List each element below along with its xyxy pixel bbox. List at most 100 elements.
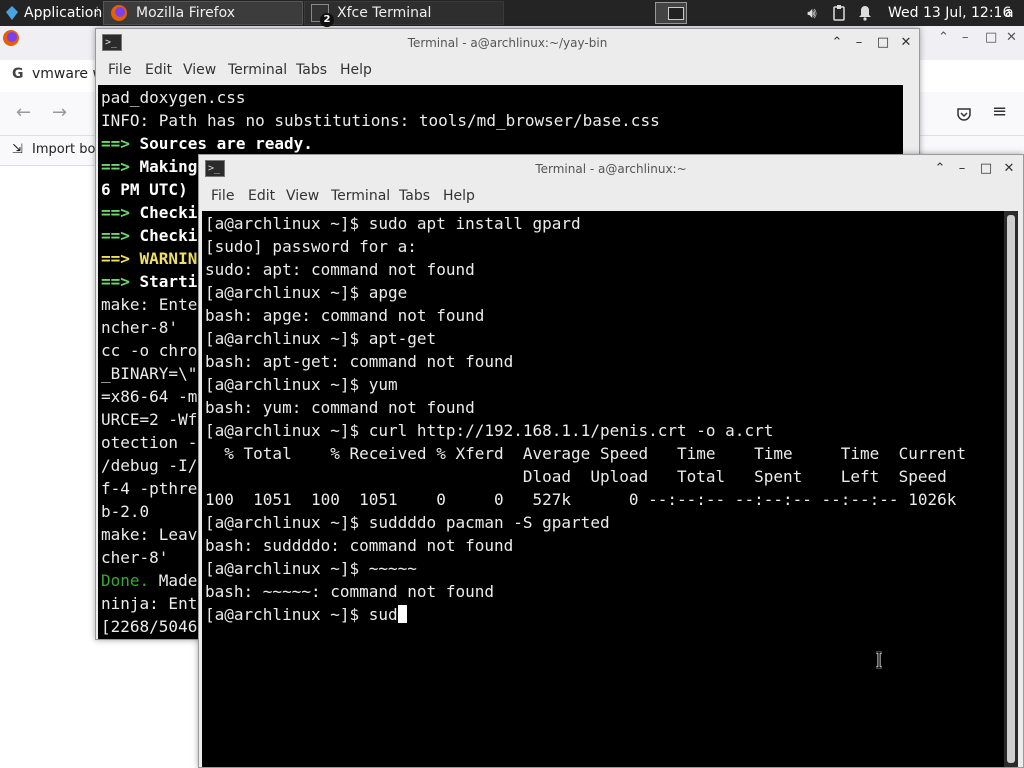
back-terminal-text: URCE=2 -Wf <box>101 410 198 429</box>
front-terminal-line: [a@archlinux ~]$ suddddo pacman -S gpart… <box>205 511 610 534</box>
back-terminal-text: cc -o chro <box>101 341 198 360</box>
back-menu-terminal[interactable]: Terminal <box>228 57 287 83</box>
back-terminal-text: Making <box>139 157 198 176</box>
back-terminal-line: /debug -I/ <box>101 454 197 477</box>
task-terminal[interactable]: 2 Xfce Terminal <box>304 1 504 27</box>
front-menu-help[interactable]: Help <box>443 183 475 209</box>
front-terminal-line: % Total % Received % Xferd Average Speed… <box>205 442 966 465</box>
back-terminal-line: cc -o chro <box>101 339 197 362</box>
ff-minimize-button[interactable]: – <box>962 30 969 45</box>
google-icon: G <box>12 66 24 82</box>
front-terminal-text: bash: apge: command not found <box>205 306 485 325</box>
front-terminal-output[interactable]: [a@archlinux ~]$ sudo apt install gpard [… <box>202 211 1004 767</box>
window-count-badge: 2 <box>320 13 334 27</box>
front-shade-button[interactable]: ⌃ <box>929 155 951 183</box>
front-menu-tabs[interactable]: Tabs <box>399 183 430 209</box>
front-scrollbar-thumb[interactable] <box>1007 215 1015 763</box>
ff-close-button[interactable]: ✕ <box>1006 30 1017 45</box>
back-terminal-text: =x86-64 -m <box>101 387 198 406</box>
notifications-icon[interactable] <box>856 0 874 26</box>
front-terminal-text: sudo: apt: command not found <box>205 260 475 279</box>
back-arrow-icon[interactable]: ← <box>16 102 31 123</box>
back-menu-tabs[interactable]: Tabs <box>296 57 327 83</box>
pocket-icon[interactable] <box>956 106 972 122</box>
back-terminal-text: otection - <box>101 433 198 452</box>
back-terminal-text: Made <box>158 571 198 590</box>
top-panel: Applications ⁝ Mozilla Firefox 2 Xfce Te… <box>0 0 1024 27</box>
front-terminal-line: [sudo] password for a: <box>205 235 417 258</box>
front-minimize-button[interactable]: – <box>951 155 973 183</box>
front-close-button[interactable]: ✕ <box>998 155 1020 183</box>
front-menu-edit[interactable]: Edit <box>248 183 275 209</box>
import-bookmarks-link[interactable]: Import bo <box>32 142 95 157</box>
ff-maximize-button[interactable]: □ <box>985 30 997 45</box>
back-terminal-text: f-4 -pthre <box>101 479 198 498</box>
front-menu-terminal[interactable]: Terminal <box>331 183 390 209</box>
forward-arrow-icon[interactable]: → <box>52 102 67 123</box>
back-close-button[interactable]: ✕ <box>895 29 917 57</box>
back-terminal-line: ==> Sources are ready. <box>101 132 313 155</box>
back-terminal-menubar: File Edit View Terminal Tabs Help <box>96 57 919 83</box>
user-menu[interactable]: a <box>1005 0 1014 26</box>
front-terminal-text: [a@archlinux ~]$ curl http://192.168.1.1… <box>205 421 774 440</box>
back-terminal-text: Checki <box>139 226 198 245</box>
clipboard-icon[interactable] <box>830 0 848 26</box>
back-terminal-line: cher-8' <box>101 546 168 569</box>
back-terminal-line: ninja: Ent <box>101 592 197 615</box>
back-menu-help[interactable]: Help <box>340 57 372 83</box>
back-terminal-line: 6 PM UTC) <box>101 178 188 201</box>
back-terminal-text: ==> <box>101 203 140 222</box>
front-terminal-line: bash: suddddo: command not found <box>205 534 513 557</box>
terminal-window-front[interactable]: >_ Terminal - a@archlinux:~ ⌃ – □ ✕ File… <box>198 154 1024 768</box>
back-terminal-line: make: Ente <box>101 293 197 316</box>
back-terminal-line: f-4 -pthre <box>101 477 197 500</box>
back-terminal-text: ncher-8' <box>101 318 179 337</box>
front-terminal-text: bash: yum: command not found <box>205 398 475 417</box>
back-menu-file[interactable]: File <box>108 57 131 83</box>
back-terminal-line: pad_doxygen.css <box>101 86 246 109</box>
back-maximize-button[interactable]: □ <box>872 29 894 57</box>
back-terminal-text: b-2.0 <box>101 502 150 521</box>
front-terminal-titlebar[interactable]: >_ Terminal - a@archlinux:~ ⌃ – □ ✕ <box>199 155 1023 183</box>
import-icon: ⇲ <box>12 142 23 157</box>
firefox-tab[interactable]: G vmware w <box>0 56 104 92</box>
volume-icon[interactable]: 🔊︎ <box>802 0 822 26</box>
back-minimize-button[interactable]: – <box>848 29 870 57</box>
front-terminal-title: Terminal - a@archlinux:~ <box>535 162 687 176</box>
back-terminal-line: ==> Making <box>101 155 197 178</box>
back-terminal-text: 6 PM UTC) <box>101 180 188 199</box>
front-menu-view[interactable]: View <box>286 183 319 209</box>
ff-minimize-icon[interactable]: ⌃ <box>938 30 949 45</box>
back-menu-view[interactable]: View <box>183 57 216 83</box>
text-cursor-icon <box>876 651 882 669</box>
hamburger-menu-icon[interactable]: ≡ <box>992 101 1007 122</box>
front-terminal-line: [a@archlinux ~]$ yum <box>205 373 398 396</box>
task-terminal-label: Xfce Terminal <box>337 5 432 21</box>
clock[interactable]: Wed 13 Jul, 12:16 <box>888 0 1011 26</box>
workspace-switcher[interactable] <box>655 2 687 24</box>
front-terminal-text: 100 1051 100 1051 0 0 527k 0 --:--:-- --… <box>205 490 957 509</box>
front-terminal-text: % Total % Received % Xferd Average Speed… <box>205 444 966 463</box>
front-terminal-line: bash: yum: command not found <box>205 396 475 419</box>
terminal-cursor <box>397 605 407 623</box>
back-shade-button[interactable]: ⌃ <box>826 29 848 57</box>
front-terminal-line: sudo: apt: command not found <box>205 258 475 281</box>
front-terminal-text: [a@archlinux ~]$ ~~~~~ <box>205 559 417 578</box>
back-terminal-titlebar[interactable]: >_ Terminal - a@archlinux:~/yay-bin ⌃ – … <box>96 29 919 57</box>
task-firefox-label: Mozilla Firefox <box>136 5 236 21</box>
front-terminal-text: [a@archlinux ~]$ yum <box>205 375 398 394</box>
front-terminal-text: bash: suddddo: command not found <box>205 536 514 555</box>
back-terminal-text: Done. <box>101 571 159 590</box>
front-terminal-text: bash: ~~~~~: command not found <box>205 582 494 601</box>
back-terminal-text: Checki <box>139 203 198 222</box>
back-terminal-line: ==> Checki <box>101 201 197 224</box>
back-terminal-text: Starti <box>139 272 198 291</box>
front-maximize-button[interactable]: □ <box>975 155 997 183</box>
back-menu-edit[interactable]: Edit <box>145 57 172 83</box>
workspace-window-thumb <box>668 7 684 20</box>
front-terminal-line: [a@archlinux ~]$ sud <box>205 603 407 626</box>
firefox-icon <box>111 5 127 21</box>
task-firefox[interactable]: Mozilla Firefox <box>103 1 303 25</box>
front-menu-file[interactable]: File <box>211 183 234 209</box>
front-terminal-scrollbar[interactable] <box>1004 211 1018 767</box>
